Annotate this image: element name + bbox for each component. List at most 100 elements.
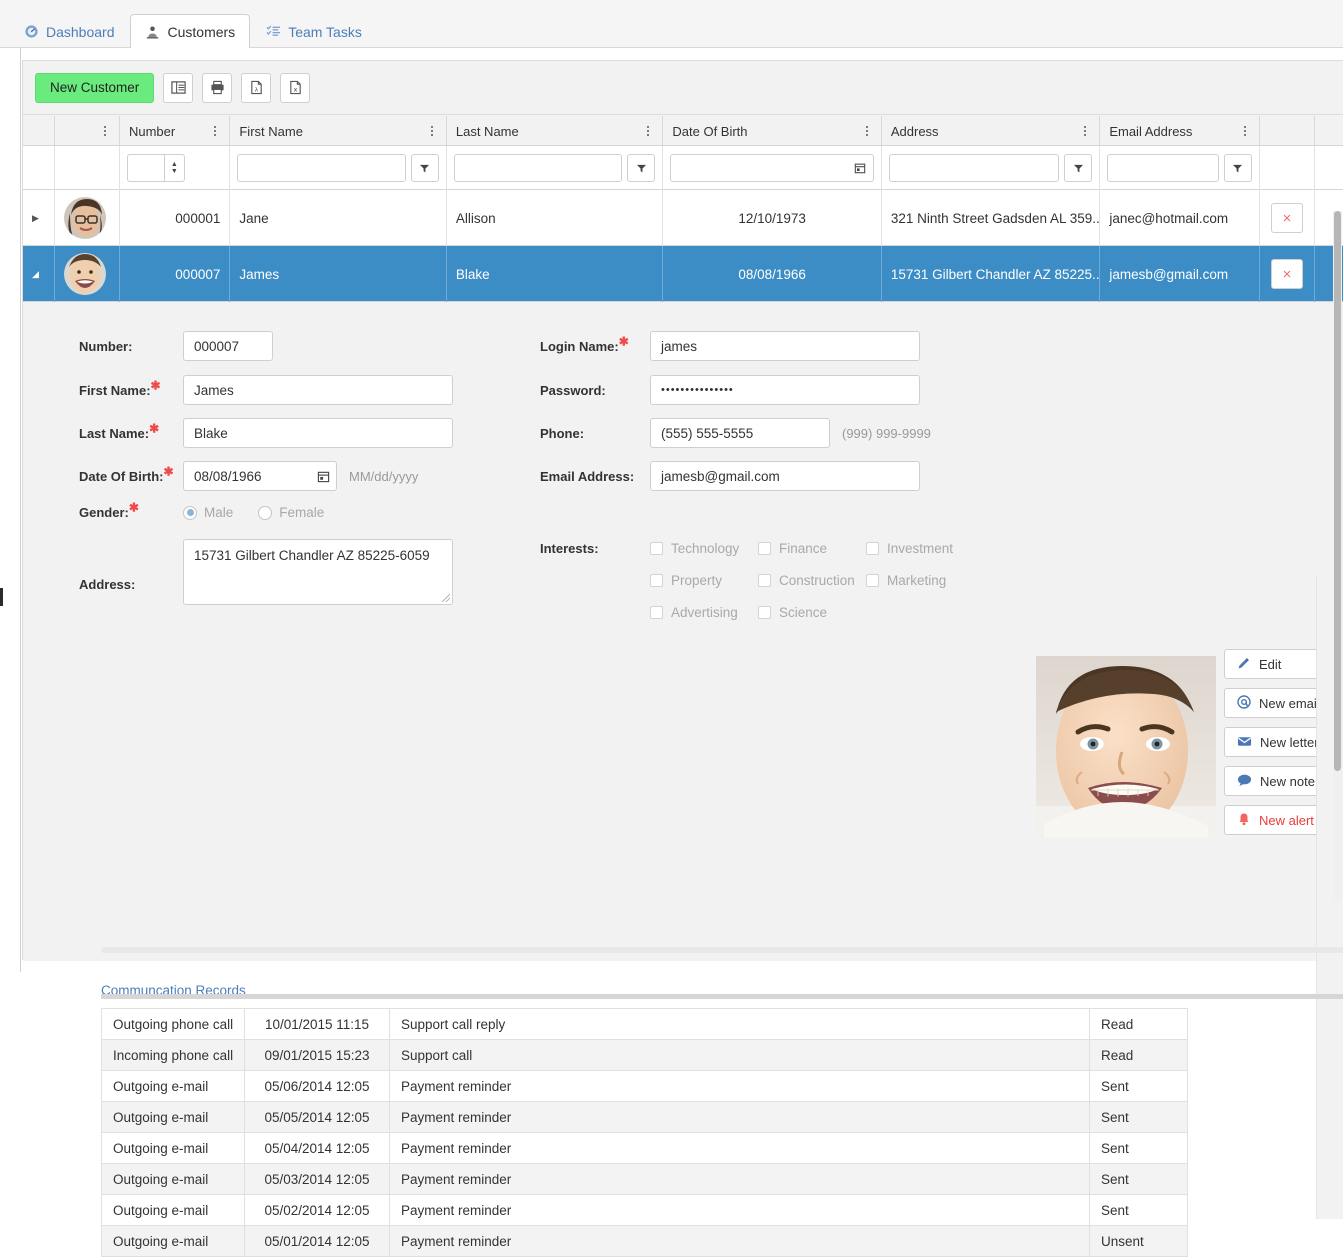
column-menu-icon[interactable] <box>643 124 653 138</box>
login-name-input[interactable]: james <box>650 331 920 361</box>
filter-funnel-icon[interactable] <box>627 154 656 182</box>
tab-team tasks[interactable]: Team Tasks <box>250 14 377 48</box>
address-filter-input[interactable] <box>888 154 1060 182</box>
communication-row[interactable]: Outgoing phone call 10/01/2015 11:15 Suppo… <box>101 1008 1188 1040</box>
table-row[interactable]: ▶ 000001 Jane Allison 12/10/1973 321 Ninth St… <box>23 190 1343 246</box>
interest-investment[interactable]: Investment <box>866 541 986 556</box>
column-menu-icon[interactable] <box>1080 124 1090 138</box>
print-icon[interactable] <box>202 72 233 103</box>
table-row[interactable]: ◢ 000007 James Blake 08/08/1966 15731 Gilbert… <box>23 246 1343 302</box>
interest-construction[interactable]: Construction <box>758 573 866 588</box>
first-name-input[interactable]: James <box>183 375 453 405</box>
communication-row[interactable]: Outgoing e-mail 05/02/2014 12:05 Payment r… <box>101 1194 1188 1226</box>
calendar-icon[interactable] <box>847 155 873 181</box>
communication-row[interactable]: Outgoing e-mail 05/05/2014 12:05 Payment r… <box>101 1101 1188 1133</box>
chevron-expand-icon[interactable]: ▶ <box>32 213 48 224</box>
column-menu-icon[interactable] <box>1240 124 1250 138</box>
communication-row[interactable]: Outgoing e-mail 05/06/2014 12:05 Payment r… <box>101 1070 1188 1102</box>
comm-subject: Payment reminder <box>389 1225 1090 1257</box>
password-input[interactable]: ••••••••••••••• <box>650 375 920 405</box>
number-input[interactable]: 000007 <box>183 331 273 361</box>
row-avatar-cell <box>55 190 120 246</box>
column-menu-icon[interactable] <box>427 124 437 138</box>
gender-female-label[interactable]: Female <box>279 505 324 520</box>
email-address-input[interactable]: jamesb@gmail.com <box>650 461 920 491</box>
dob-datebox[interactable]: 08/08/1966 <box>183 461 337 491</box>
interest-finance[interactable]: Finance <box>758 541 866 556</box>
number-filter-input[interactable] <box>128 155 164 181</box>
communication-row[interactable]: Outgoing e-mail 05/01/2014 12:05 Payment r… <box>101 1225 1188 1257</box>
checkbox-property[interactable] <box>650 574 663 587</box>
interest-marketing[interactable]: Marketing <box>866 573 986 588</box>
header-delete-cell <box>1260 116 1316 146</box>
first-name-filter-input[interactable] <box>237 154 406 182</box>
tab-customers[interactable]: Customers <box>129 14 251 49</box>
checkbox-marketing[interactable] <box>866 574 879 587</box>
checkbox-finance[interactable] <box>758 542 771 555</box>
dob-input[interactable]: 08/08/1966 <box>184 462 310 490</box>
interest-property[interactable]: Property <box>650 573 758 588</box>
export-pdf-icon[interactable]: λ <box>241 72 272 103</box>
pencil-icon <box>1237 656 1251 673</box>
header-address[interactable]: Address <box>882 116 1101 146</box>
comm-type: Outgoing e-mail <box>101 1225 245 1257</box>
gender-label: Gender:✱ <box>79 502 183 520</box>
checkbox-construction[interactable] <box>758 574 771 587</box>
header-date-of-birth[interactable]: Date Of Birth <box>663 116 882 146</box>
funnel-glyph <box>420 164 430 172</box>
address-textarea[interactable]: 15731 Gilbert Chandler AZ 85225-6059 <box>183 539 453 605</box>
left-rail <box>20 48 21 972</box>
grid-vertical-scrollbar[interactable] <box>1333 211 1342 901</box>
number-filter-spinner[interactable]: ▲ ▼ <box>126 154 185 182</box>
row-expander-cell[interactable]: ◢ <box>23 246 55 302</box>
gender-female-radio[interactable] <box>258 505 273 520</box>
gender-male-radio[interactable] <box>183 505 197 520</box>
column-menu-icon[interactable] <box>100 124 110 138</box>
interest-advertising[interactable]: Advertising <box>650 605 758 620</box>
phone-mask-hint: (999) 999-9999 <box>842 425 931 441</box>
calendar-icon[interactable] <box>310 462 336 490</box>
interests-label: Interests: <box>540 541 599 556</box>
column-chooser-icon[interactable] <box>163 72 194 103</box>
checkbox-advertising[interactable] <box>650 606 663 619</box>
communication-row[interactable]: Incoming phone call 09/01/2015 15:23 Suppo… <box>101 1039 1188 1071</box>
communication-row[interactable]: Outgoing e-mail 05/03/2014 12:05 Payment r… <box>101 1163 1188 1195</box>
communication-row[interactable]: Outgoing e-mail 05/04/2014 12:05 Payment r… <box>101 1132 1188 1164</box>
header-email[interactable]: Email Address <box>1100 116 1260 146</box>
new-customer-button[interactable]: New Customer <box>35 72 155 103</box>
login-name-label: Login Name:✱ <box>540 335 650 353</box>
checkbox-science[interactable] <box>758 606 771 619</box>
address-label: Address: <box>79 577 136 592</box>
row-expander-cell[interactable]: ▶ <box>23 190 55 246</box>
filter-funnel-icon[interactable] <box>410 154 439 182</box>
column-menu-icon[interactable] <box>210 124 220 138</box>
phone-input[interactable]: (555) 555-5555 <box>650 418 830 448</box>
email-filter-input[interactable] <box>1107 154 1219 182</box>
checkbox-investment[interactable] <box>866 542 879 555</box>
grid-scroll-thumb[interactable] <box>1334 211 1341 771</box>
filter-funnel-icon[interactable] <box>1064 154 1093 182</box>
column-menu-icon[interactable] <box>862 124 872 138</box>
gender-male-label[interactable]: Male <box>204 505 233 520</box>
comm-status-badge: Sent <box>1089 1132 1188 1164</box>
dob-filter-datebox[interactable] <box>670 154 874 182</box>
checkbox-technology[interactable] <box>650 542 663 555</box>
spinner-arrows-icon[interactable]: ▲ ▼ <box>163 155 184 181</box>
last-name-input[interactable]: Blake <box>183 418 453 448</box>
header-first-name[interactable]: First Name <box>230 116 447 146</box>
filter-funnel-icon[interactable] <box>1223 154 1252 182</box>
last-name-filter-input[interactable] <box>453 154 623 182</box>
chevron-expand-icon[interactable]: ◢ <box>32 269 48 280</box>
export-excel-icon[interactable]: x <box>280 72 311 103</box>
page-horizontal-scrollbar[interactable] <box>101 947 1343 953</box>
delete-row-button[interactable]: × <box>1271 259 1304 289</box>
interest-science[interactable]: Science <box>758 605 866 620</box>
interest-label: Construction <box>779 573 855 588</box>
dob-filter-input[interactable] <box>671 155 847 181</box>
delete-row-button[interactable]: × <box>1271 203 1304 233</box>
header-last-name[interactable]: Last Name <box>447 116 664 146</box>
interest-technology[interactable]: Technology <box>650 541 758 556</box>
header-number[interactable]: Number <box>120 116 231 146</box>
tab-dashboard[interactable]: Dashboard <box>8 14 130 48</box>
detail-horizontal-scrollbar[interactable] <box>101 994 1343 999</box>
